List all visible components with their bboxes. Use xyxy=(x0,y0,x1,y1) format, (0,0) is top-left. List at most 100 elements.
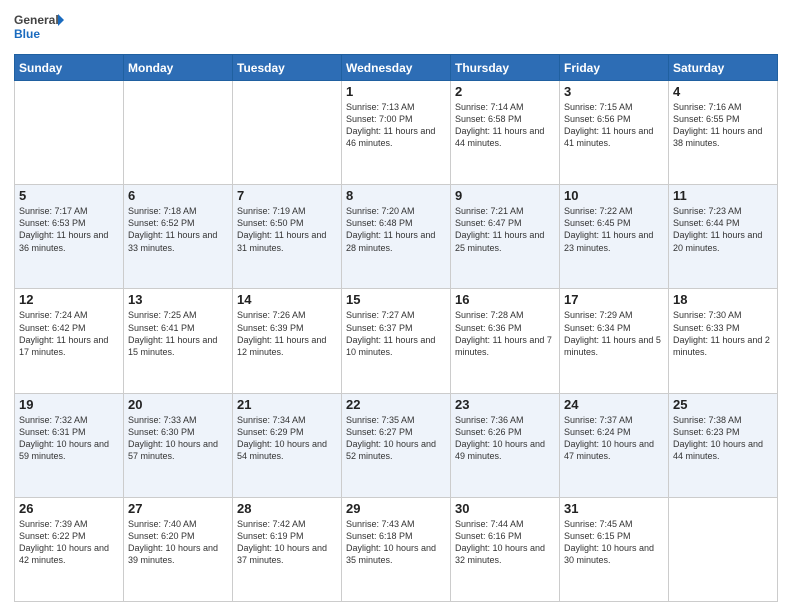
day-info: Sunrise: 7:15 AM Sunset: 6:56 PM Dayligh… xyxy=(564,101,664,150)
day-number: 10 xyxy=(564,188,664,203)
day-number: 20 xyxy=(128,397,228,412)
day-number: 15 xyxy=(346,292,446,307)
day-header-tuesday: Tuesday xyxy=(233,55,342,81)
day-info: Sunrise: 7:16 AM Sunset: 6:55 PM Dayligh… xyxy=(673,101,773,150)
day-number: 30 xyxy=(455,501,555,516)
day-info: Sunrise: 7:33 AM Sunset: 6:30 PM Dayligh… xyxy=(128,414,228,463)
day-number: 28 xyxy=(237,501,337,516)
day-number: 4 xyxy=(673,84,773,99)
day-info: Sunrise: 7:25 AM Sunset: 6:41 PM Dayligh… xyxy=(128,309,228,358)
day-number: 17 xyxy=(564,292,664,307)
day-number: 3 xyxy=(564,84,664,99)
svg-text:Blue: Blue xyxy=(14,27,40,41)
day-info: Sunrise: 7:35 AM Sunset: 6:27 PM Dayligh… xyxy=(346,414,446,463)
calendar-cell: 28 Sunrise: 7:42 AM Sunset: 6:19 PM Dayli… xyxy=(233,497,342,601)
day-info: Sunrise: 7:22 AM Sunset: 6:45 PM Dayligh… xyxy=(564,205,664,254)
day-number: 14 xyxy=(237,292,337,307)
calendar-cell: 9Sunrise: 7:21 AM Sunset: 6:47 PM Daylig… xyxy=(451,185,560,289)
calendar-cell: 5Sunrise: 7:17 AM Sunset: 6:53 PM Daylig… xyxy=(15,185,124,289)
day-info: Sunrise: 7:29 AM Sunset: 6:34 PM Dayligh… xyxy=(564,309,664,358)
day-number: 1 xyxy=(346,84,446,99)
calendar-cell: 30 Sunrise: 7:44 AM Sunset: 6:16 PM Dayli… xyxy=(451,497,560,601)
day-info: Sunrise: 7:27 AM Sunset: 6:37 PM Dayligh… xyxy=(346,309,446,358)
day-number: 2 xyxy=(455,84,555,99)
calendar-cell: 11 Sunrise: 7:23 AM Sunset: 6:44 PM Dayli… xyxy=(669,185,778,289)
day-header-wednesday: Wednesday xyxy=(342,55,451,81)
calendar-cell: 6Sunrise: 7:18 AM Sunset: 6:52 PM Daylig… xyxy=(124,185,233,289)
calendar-cell: 25Sunrise: 7:38 AM Sunset: 6:23 PM Dayli… xyxy=(669,393,778,497)
day-number: 31 xyxy=(564,501,664,516)
calendar-cell: 8 Sunrise: 7:20 AM Sunset: 6:48 PM Daylig… xyxy=(342,185,451,289)
calendar-cell: 27 Sunrise: 7:40 AM Sunset: 6:20 PM Dayli… xyxy=(124,497,233,601)
day-number: 8 xyxy=(346,188,446,203)
day-number: 27 xyxy=(128,501,228,516)
calendar-cell: 18Sunrise: 7:30 AM Sunset: 6:33 PM Dayli… xyxy=(669,289,778,393)
calendar-cell: 13 Sunrise: 7:25 AM Sunset: 6:41 PM Dayli… xyxy=(124,289,233,393)
day-info: Sunrise: 7:23 AM Sunset: 6:44 PM Dayligh… xyxy=(673,205,773,254)
calendar-cell: 10 Sunrise: 7:22 AM Sunset: 6:45 PM Dayli… xyxy=(560,185,669,289)
day-number: 5 xyxy=(19,188,119,203)
day-info: Sunrise: 7:43 AM Sunset: 6:18 PM Dayligh… xyxy=(346,518,446,567)
calendar-week-2: 5Sunrise: 7:17 AM Sunset: 6:53 PM Daylig… xyxy=(15,185,778,289)
calendar-cell xyxy=(669,497,778,601)
calendar-cell: 7 Sunrise: 7:19 AM Sunset: 6:50 PM Daylig… xyxy=(233,185,342,289)
calendar-cell: 26 Sunrise: 7:39 AM Sunset: 6:22 PM Dayli… xyxy=(15,497,124,601)
calendar-week-4: 19Sunrise: 7:32 AM Sunset: 6:31 PM Dayli… xyxy=(15,393,778,497)
day-info: Sunrise: 7:34 AM Sunset: 6:29 PM Dayligh… xyxy=(237,414,337,463)
day-header-monday: Monday xyxy=(124,55,233,81)
day-header-saturday: Saturday xyxy=(669,55,778,81)
day-info: Sunrise: 7:30 AM Sunset: 6:33 PM Dayligh… xyxy=(673,309,773,358)
day-info: Sunrise: 7:45 AM Sunset: 6:15 PM Dayligh… xyxy=(564,518,664,567)
calendar-cell: 4 Sunrise: 7:16 AM Sunset: 6:55 PM Daylig… xyxy=(669,81,778,185)
calendar-table: SundayMondayTuesdayWednesdayThursdayFrid… xyxy=(14,54,778,602)
calendar-week-5: 26 Sunrise: 7:39 AM Sunset: 6:22 PM Dayli… xyxy=(15,497,778,601)
logo: General Blue xyxy=(14,10,64,46)
day-info: Sunrise: 7:26 AM Sunset: 6:39 PM Dayligh… xyxy=(237,309,337,358)
day-info: Sunrise: 7:20 AM Sunset: 6:48 PM Dayligh… xyxy=(346,205,446,254)
day-number: 11 xyxy=(673,188,773,203)
calendar-cell: 23 Sunrise: 7:36 AM Sunset: 6:26 PM Dayli… xyxy=(451,393,560,497)
calendar-cell: 22 Sunrise: 7:35 AM Sunset: 6:27 PM Dayli… xyxy=(342,393,451,497)
calendar-cell: 1 Sunrise: 7:13 AM Sunset: 7:00 PM Daylig… xyxy=(342,81,451,185)
calendar-cell xyxy=(15,81,124,185)
calendar-cell: 17 Sunrise: 7:29 AM Sunset: 6:34 PM Dayli… xyxy=(560,289,669,393)
day-number: 12 xyxy=(19,292,119,307)
calendar-cell: 29 Sunrise: 7:43 AM Sunset: 6:18 PM Dayli… xyxy=(342,497,451,601)
day-info: Sunrise: 7:40 AM Sunset: 6:20 PM Dayligh… xyxy=(128,518,228,567)
day-number: 7 xyxy=(237,188,337,203)
day-info: Sunrise: 7:44 AM Sunset: 6:16 PM Dayligh… xyxy=(455,518,555,567)
day-info: Sunrise: 7:14 AM Sunset: 6:58 PM Dayligh… xyxy=(455,101,555,150)
day-header-friday: Friday xyxy=(560,55,669,81)
day-info: Sunrise: 7:13 AM Sunset: 7:00 PM Dayligh… xyxy=(346,101,446,150)
calendar-cell: 15 Sunrise: 7:27 AM Sunset: 6:37 PM Dayli… xyxy=(342,289,451,393)
calendar-cell: 20 Sunrise: 7:33 AM Sunset: 6:30 PM Dayli… xyxy=(124,393,233,497)
day-info: Sunrise: 7:18 AM Sunset: 6:52 PM Dayligh… xyxy=(128,205,228,254)
day-info: Sunrise: 7:42 AM Sunset: 6:19 PM Dayligh… xyxy=(237,518,337,567)
calendar-week-1: 1 Sunrise: 7:13 AM Sunset: 7:00 PM Daylig… xyxy=(15,81,778,185)
calendar-cell: 14 Sunrise: 7:26 AM Sunset: 6:39 PM Dayli… xyxy=(233,289,342,393)
day-info: Sunrise: 7:28 AM Sunset: 6:36 PM Dayligh… xyxy=(455,309,555,358)
day-number: 24 xyxy=(564,397,664,412)
day-info: Sunrise: 7:19 AM Sunset: 6:50 PM Dayligh… xyxy=(237,205,337,254)
day-number: 21 xyxy=(237,397,337,412)
calendar-cell: 31 Sunrise: 7:45 AM Sunset: 6:15 PM Dayli… xyxy=(560,497,669,601)
day-number: 16 xyxy=(455,292,555,307)
day-number: 25 xyxy=(673,397,773,412)
day-info: Sunrise: 7:39 AM Sunset: 6:22 PM Dayligh… xyxy=(19,518,119,567)
logo-svg: General Blue xyxy=(14,10,64,46)
day-info: Sunrise: 7:36 AM Sunset: 6:26 PM Dayligh… xyxy=(455,414,555,463)
day-number: 19 xyxy=(19,397,119,412)
calendar-cell: 2 Sunrise: 7:14 AM Sunset: 6:58 PM Daylig… xyxy=(451,81,560,185)
day-info: Sunrise: 7:24 AM Sunset: 6:42 PM Dayligh… xyxy=(19,309,119,358)
calendar-week-3: 12 Sunrise: 7:24 AM Sunset: 6:42 PM Dayli… xyxy=(15,289,778,393)
day-number: 29 xyxy=(346,501,446,516)
calendar-cell: 21 Sunrise: 7:34 AM Sunset: 6:29 PM Dayli… xyxy=(233,393,342,497)
svg-text:General: General xyxy=(14,13,59,27)
day-number: 22 xyxy=(346,397,446,412)
calendar-cell: 19Sunrise: 7:32 AM Sunset: 6:31 PM Dayli… xyxy=(15,393,124,497)
day-info: Sunrise: 7:21 AM Sunset: 6:47 PM Dayligh… xyxy=(455,205,555,254)
calendar-cell xyxy=(233,81,342,185)
day-number: 23 xyxy=(455,397,555,412)
day-number: 26 xyxy=(19,501,119,516)
day-number: 13 xyxy=(128,292,228,307)
